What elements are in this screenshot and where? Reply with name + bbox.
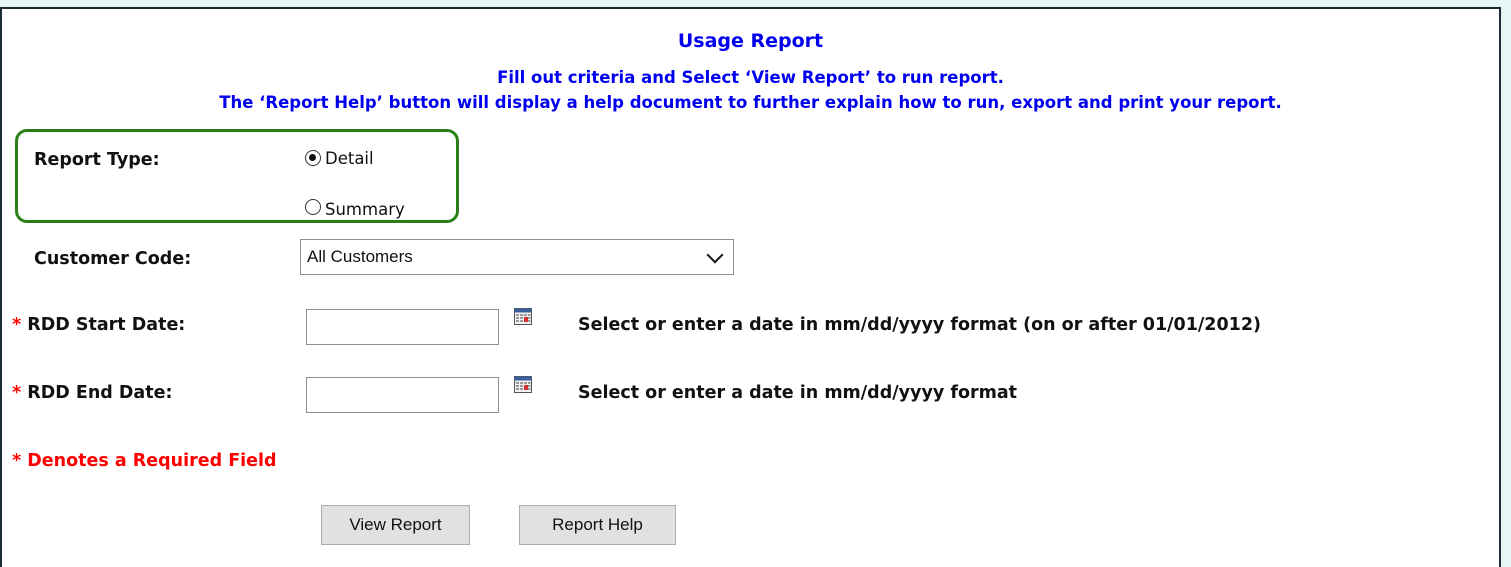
radio-detail-button[interactable] — [305, 150, 321, 166]
required-marker: * — [12, 315, 22, 335]
radio-detail-label[interactable]: Detail — [325, 149, 374, 168]
instruction-line-1: Fill out criteria and Select ‘View Repor… — [497, 68, 1004, 87]
radio-summary-button[interactable] — [305, 199, 321, 215]
report-type-label: Report Type: — [34, 150, 160, 170]
radio-summary-label[interactable]: Summary — [325, 200, 405, 219]
end-date-label-wrapper: * RDD End Date: — [12, 383, 172, 403]
start-date-input[interactable] — [306, 309, 499, 345]
customer-code-value: All Customers — [307, 247, 413, 266]
panel-border-top — [0, 7, 1501, 9]
required-marker: * — [12, 383, 22, 403]
panel-border-left — [0, 7, 2, 567]
calendar-icon[interactable] — [514, 308, 532, 325]
end-date-hint: Select or enter a date in mm/dd/yyyy for… — [578, 383, 1018, 403]
window-top-band — [0, 0, 1511, 7]
customer-code-label: Customer Code: — [34, 249, 192, 269]
required-field-note: * Denotes a Required Field — [12, 451, 277, 471]
customer-code-select[interactable]: All Customers — [300, 239, 734, 275]
window-right-band — [1501, 0, 1511, 567]
end-date-label: RDD End Date: — [27, 383, 173, 403]
calendar-icon[interactable] — [514, 376, 532, 393]
panel-border-right — [1499, 7, 1501, 567]
chevron-down-icon[interactable] — [706, 246, 724, 264]
report-help-button[interactable]: Report Help — [519, 505, 676, 545]
start-date-label: RDD Start Date: — [27, 315, 186, 335]
start-date-hint: Select or enter a date in mm/dd/yyyy for… — [578, 315, 1262, 335]
page-title: Usage Report — [677, 30, 824, 52]
instruction-line-2: The ‘Report Help’ button will display a … — [219, 93, 1282, 112]
view-report-button[interactable]: View Report — [321, 505, 470, 545]
start-date-label-wrapper: * RDD Start Date: — [12, 315, 185, 335]
end-date-input[interactable] — [306, 377, 499, 413]
